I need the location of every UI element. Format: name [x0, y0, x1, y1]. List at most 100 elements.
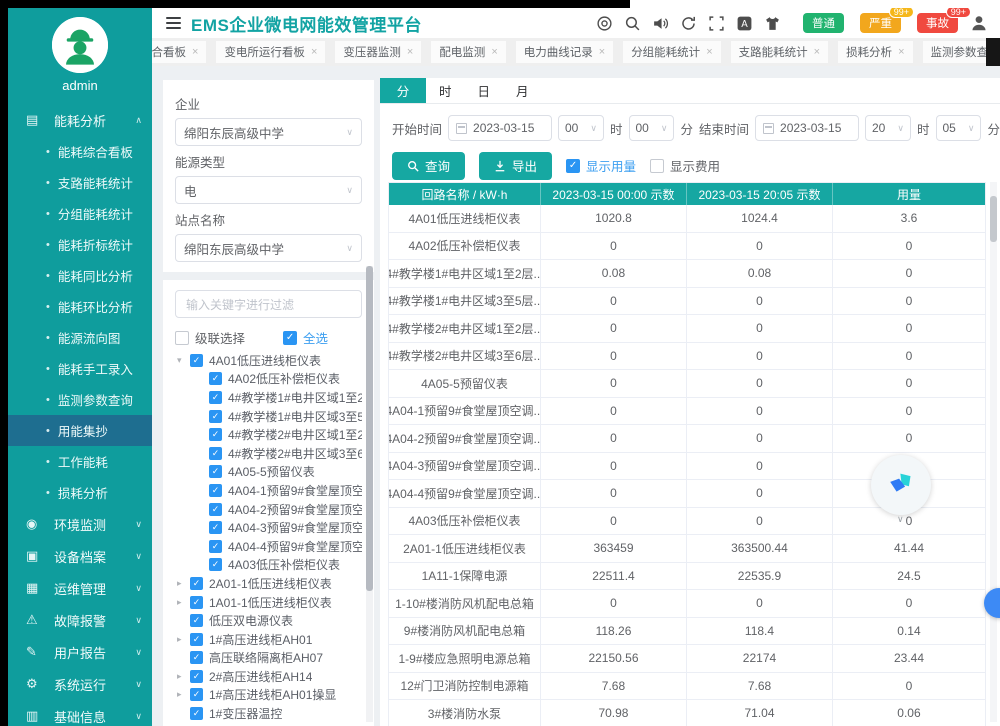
tree-node-19[interactable]: ✓1#变压器温控 — [175, 704, 362, 723]
search-icon[interactable] — [624, 15, 641, 32]
sidebar-item-10[interactable]: •用能集抄 — [8, 415, 152, 446]
tree-node-10[interactable]: ✓4A04-4预留9#食堂屋顶空调机组仪表 — [175, 537, 362, 556]
close-tab-icon[interactable]: × — [407, 46, 413, 58]
tree-node-3[interactable]: ✓4#教学楼1#电井区域3至5层动力仪表 — [175, 407, 362, 426]
tree-checkbox[interactable]: ✓ — [190, 670, 203, 683]
start-date-input[interactable]: 2023-03-15 — [448, 115, 552, 141]
tab-0[interactable]: 综合看板× — [152, 41, 206, 63]
sidebar-group-17[interactable]: ✎用户报告∨ — [8, 636, 152, 668]
tab-2[interactable]: 变压器监测× — [335, 41, 421, 63]
tree-node-18[interactable]: ▸✓1#高压进线柜AH01操显 — [175, 686, 362, 705]
tree-checkbox[interactable]: ✓ — [209, 391, 222, 404]
tree-expand-icon[interactable]: ▸ — [177, 634, 190, 645]
tree-checkbox[interactable]: ✓ — [190, 354, 203, 367]
energy-type-select[interactable]: 电 ∨ — [175, 176, 362, 204]
sidebar-group-13[interactable]: ◉环境监测∨ — [8, 508, 152, 540]
sidebar-group-14[interactable]: ▣设备档案∨ — [8, 540, 152, 572]
sidebar-item-2[interactable]: •支路能耗统计 — [8, 167, 152, 198]
close-tab-icon[interactable]: × — [898, 46, 904, 58]
tree-checkbox[interactable]: ✓ — [209, 465, 222, 478]
sidebar-item-9[interactable]: •监测参数查询 — [8, 384, 152, 415]
menu-toggle-icon[interactable] — [166, 17, 181, 29]
tree-checkbox[interactable]: ✓ — [209, 484, 222, 497]
tree-node-9[interactable]: ✓4A04-3预留9#食堂屋顶空调机组仪表 — [175, 518, 362, 537]
avatar[interactable] — [52, 17, 108, 73]
user-icon[interactable] — [970, 14, 988, 32]
tree-node-0[interactable]: ▾✓4A01低压进线柜仪表 — [175, 351, 362, 370]
sidebar-item-11[interactable]: •工作能耗 — [8, 446, 152, 477]
close-tab-icon[interactable]: × — [491, 46, 497, 58]
tree-node-11[interactable]: ✓4A03低压补偿柜仪表 — [175, 556, 362, 575]
cascade-select-checkbox[interactable] — [175, 331, 189, 345]
sidebar-item-6[interactable]: •能耗环比分析 — [8, 291, 152, 322]
sidebar-item-12[interactable]: •损耗分析 — [8, 477, 152, 508]
refresh-icon[interactable] — [680, 15, 697, 32]
tab-5[interactable]: 分组能耗统计× — [623, 41, 720, 63]
period-tab-1[interactable]: 时 — [426, 78, 465, 103]
alarm-badge-1[interactable]: 严重99+ — [860, 13, 901, 33]
period-tab-3[interactable]: 月 — [503, 78, 542, 103]
tree-scrollbar[interactable] — [366, 266, 373, 722]
tree-node-16[interactable]: ✓高压联络隔离柜AH07 — [175, 649, 362, 668]
sidebar-item-1[interactable]: •能耗综合看板 — [8, 136, 152, 167]
end-minute-select[interactable]: 05∨ — [936, 115, 982, 141]
tree-node-8[interactable]: ✓4A04-2预留9#食堂屋顶空调机组仪表 — [175, 500, 362, 519]
close-tab-icon[interactable]: × — [814, 46, 820, 58]
table-scrollbar[interactable] — [990, 182, 997, 722]
tree-expand-icon[interactable]: ▾ — [177, 355, 190, 366]
alarm-badge-0[interactable]: 普通 — [803, 13, 844, 33]
close-tab-icon[interactable]: × — [311, 46, 317, 58]
tree-checkbox[interactable]: ✓ — [190, 596, 203, 609]
tree-node-5[interactable]: ✓4#教学楼2#电井区域3至6层动力仪表 — [175, 444, 362, 463]
translate-icon[interactable]: A — [736, 15, 753, 32]
tab-3[interactable]: 配电监测× — [431, 41, 505, 63]
tree-checkbox[interactable]: ✓ — [209, 447, 222, 460]
sidebar-item-7[interactable]: •能源流向图 — [8, 322, 152, 353]
tree-scrollbar-thumb[interactable] — [366, 266, 373, 591]
collapse-chevron-icon[interactable]: ∨ — [897, 514, 904, 525]
tree-checkbox[interactable]: ✓ — [190, 633, 203, 646]
sidebar-group-15[interactable]: ▦运维管理∨ — [8, 572, 152, 604]
export-button[interactable]: 导出 — [479, 152, 552, 180]
tree-node-12[interactable]: ▸✓2A01-1低压进线柜仪表 — [175, 574, 362, 593]
period-tab-2[interactable]: 日 — [465, 78, 504, 103]
enterprise-select[interactable]: 绵阳东辰高级中学 ∨ — [175, 118, 362, 146]
tree-node-4[interactable]: ✓4#教学楼2#电井区域1至2层动力仪表 — [175, 425, 362, 444]
start-hour-select[interactable]: 00∨ — [558, 115, 604, 141]
tree-node-1[interactable]: ✓4A02低压补偿柜仪表 — [175, 370, 362, 389]
tree-checkbox[interactable]: ✓ — [209, 540, 222, 553]
tree-node-15[interactable]: ▸✓1#高压进线柜AH01 — [175, 630, 362, 649]
target-icon[interactable] — [596, 15, 613, 32]
tree-expand-icon[interactable]: ▸ — [177, 597, 190, 608]
tree-expand-icon[interactable]: ▸ — [177, 689, 190, 700]
tab-4[interactable]: 电力曲线记录× — [516, 41, 613, 63]
tree-expand-icon[interactable]: ▸ — [177, 578, 190, 589]
end-date-input[interactable]: 2023-03-15 — [755, 115, 859, 141]
tree-node-2[interactable]: ✓4#教学楼1#电井区域1至2层动力仪表 — [175, 388, 362, 407]
tree-checkbox[interactable]: ✓ — [209, 372, 222, 385]
tree-checkbox[interactable]: ✓ — [190, 688, 203, 701]
sidebar-item-3[interactable]: •分组能耗统计 — [8, 198, 152, 229]
tab-7[interactable]: 损耗分析× — [838, 41, 912, 63]
sidebar-group-18[interactable]: ⚙系统运行∨ — [8, 668, 152, 700]
tab-1[interactable]: 变电所运行看板× — [216, 41, 325, 63]
tree-checkbox[interactable]: ✓ — [190, 614, 203, 627]
end-hour-select[interactable]: 20∨ — [865, 115, 911, 141]
tree-node-17[interactable]: ▸✓2#高压进线柜AH14 — [175, 667, 362, 686]
remote-tool-floating-button[interactable] — [871, 455, 931, 515]
tree-node-13[interactable]: ▸✓1A01-1低压进线柜仪表 — [175, 593, 362, 612]
table-scrollbar-thumb[interactable] — [990, 196, 997, 242]
tree-expand-icon[interactable]: ▸ — [177, 671, 190, 682]
fullscreen-icon[interactable] — [708, 15, 725, 32]
tree-checkbox[interactable]: ✓ — [190, 651, 203, 664]
tree-checkbox[interactable]: ✓ — [190, 577, 203, 590]
tree-filter-input[interactable]: 输入关键字进行过滤 — [175, 290, 362, 318]
sidebar-group-0[interactable]: ▤能耗分析∧ — [8, 104, 152, 136]
sidebar-item-8[interactable]: •能耗手工录入 — [8, 353, 152, 384]
tree-checkbox[interactable]: ✓ — [209, 558, 222, 571]
tab-6[interactable]: 支路能耗统计× — [731, 41, 828, 63]
tree-node-6[interactable]: ✓4A05-5预留仪表 — [175, 463, 362, 482]
volume-icon[interactable] — [652, 15, 669, 32]
period-tab-0[interactable]: 分 — [380, 78, 426, 103]
tree-checkbox[interactable]: ✓ — [190, 707, 203, 720]
